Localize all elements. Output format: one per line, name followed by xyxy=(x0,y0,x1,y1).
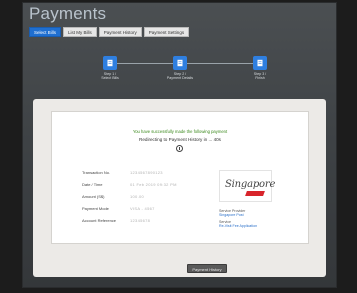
detail-label: Payment Mode xyxy=(82,205,109,211)
confirmation-card: You have successfully made the following… xyxy=(51,111,309,244)
detail-value: 01 Feb 2019 09:32 PM xyxy=(130,181,177,187)
payment-history-button[interactable]: Payment History xyxy=(187,264,227,273)
detail-value: 100.00 xyxy=(130,193,145,199)
step-label: Step 1 /Select Bills xyxy=(101,72,119,81)
detail-row: Date / Time 01 Feb 2019 09:32 PM xyxy=(82,178,177,190)
detail-row: Payment Mode VISA - 4567 xyxy=(82,202,177,214)
detail-label: Account Reference xyxy=(82,217,117,223)
detail-row: Transaction No. 1234567890123 xyxy=(82,166,177,178)
step-1: Step 1 /Select Bills xyxy=(85,56,135,81)
detail-label: Amount (S$) xyxy=(82,193,105,199)
content-panel: You have successfully made the following… xyxy=(33,99,326,277)
provider-info: Service Provider Singapore Post Service … xyxy=(219,209,299,231)
detail-row: Amount (S$) 100.00 xyxy=(82,190,177,202)
document-icon xyxy=(103,56,117,70)
detail-value: 1234567890123 xyxy=(130,169,163,175)
document-icon xyxy=(253,56,267,70)
tab-bar: Select Bills List My Bills Payment Histo… xyxy=(29,27,190,37)
provider-link[interactable]: Singapore Post xyxy=(219,213,299,218)
tab-select-bills[interactable]: Select Bills xyxy=(29,27,62,37)
logo-swoosh-icon xyxy=(245,191,265,196)
provider-logo: Singapore xyxy=(219,170,276,202)
tab-payment-history[interactable]: Payment History xyxy=(98,27,142,37)
service-link[interactable]: Re-Visit Fee Application xyxy=(219,224,299,229)
step-label: Step 2 /Payment Details xyxy=(166,72,194,81)
transaction-details: Transaction No. 1234567890123 Date / Tim… xyxy=(82,166,177,226)
tab-list-my-bills[interactable]: List My Bills xyxy=(63,27,97,37)
logo-text: Singapore xyxy=(225,179,276,190)
progress-stepper: Step 1 /Select Bills Step 2 /Payment Det… xyxy=(23,43,338,93)
detail-value: 12345678 xyxy=(130,217,151,223)
step-2: Step 2 /Payment Details xyxy=(155,56,205,81)
step-label: Step 3 /Finish xyxy=(253,72,267,81)
detail-label: Transaction No. xyxy=(82,169,111,175)
tab-payment-settings[interactable]: Payment Settings xyxy=(143,27,190,37)
app-window: Payments Select Bills List My Bills Paym… xyxy=(22,2,337,288)
detail-label: Date / Time xyxy=(82,181,103,187)
redirect-message: Redirecting to Payment History in ... 40… xyxy=(139,137,221,142)
detail-value: VISA - 4567 xyxy=(130,205,155,211)
loading-spinner-icon xyxy=(176,145,183,152)
step-3: Step 3 /Finish xyxy=(235,56,285,81)
page-title: Payments xyxy=(29,4,107,23)
document-icon xyxy=(173,56,187,70)
success-message: You have successfully made the following… xyxy=(132,129,228,134)
detail-row: Account Reference 12345678 xyxy=(82,214,177,226)
